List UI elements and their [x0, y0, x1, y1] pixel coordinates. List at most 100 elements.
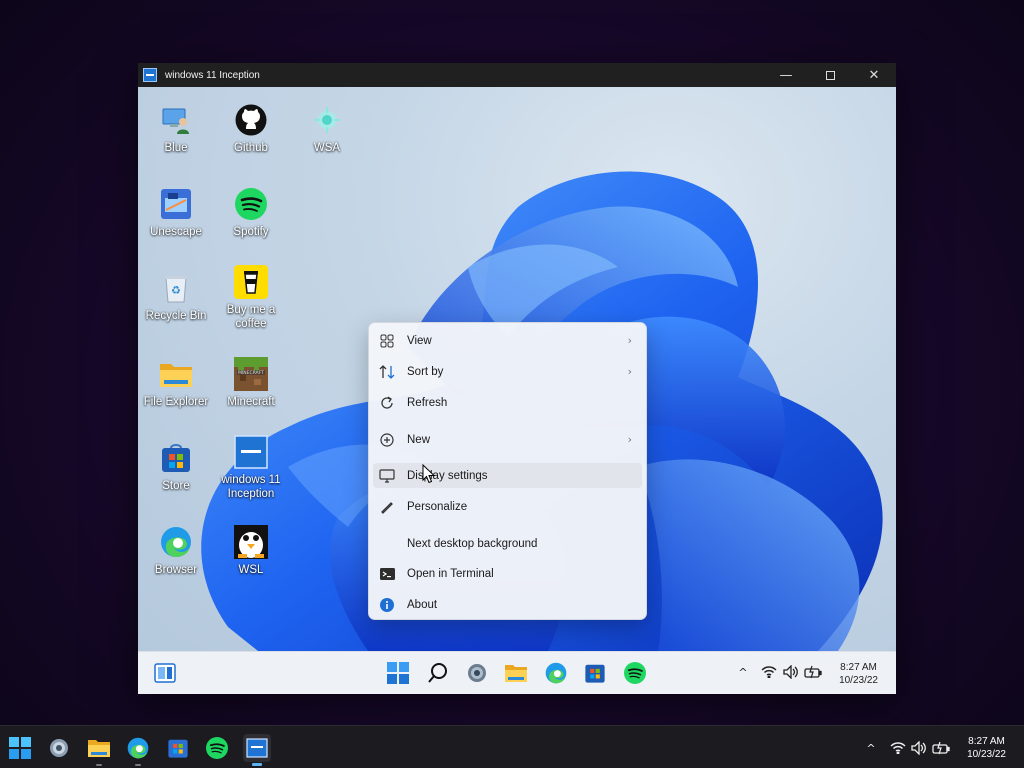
host-time: 8:27 AM [968, 736, 1005, 747]
chevron-right-icon: › [627, 365, 632, 378]
menu-item-personalize[interactable]: Personalize [373, 494, 642, 519]
store-icon[interactable] [164, 734, 192, 762]
spotify-icon[interactable] [622, 660, 648, 686]
menu-item-label: Sort by [407, 365, 444, 378]
coffee-cup-icon [234, 265, 268, 299]
info-icon [379, 597, 395, 613]
settings-icon[interactable] [464, 660, 490, 686]
menu-item-open-in-terminal[interactable]: Open in Terminal [373, 561, 642, 586]
desktop-icon-minecraft[interactable]: MINECRAFT Minecraft [215, 357, 287, 409]
inner-date: 10/23/22 [839, 675, 878, 686]
menu-item-label: View [407, 334, 432, 347]
desktop-icon-file-explorer[interactable]: File Explorer [140, 357, 212, 409]
menu-item-next-desktop-background[interactable]: Next desktop background [373, 531, 642, 556]
desktop-icon-store[interactable]: Store [140, 441, 212, 493]
wifi-icon[interactable] [889, 739, 907, 757]
refresh-icon [379, 395, 395, 411]
menu-item-view[interactable]: View › [373, 328, 642, 353]
desktop-icon-wsl[interactable]: WSL [215, 525, 287, 577]
desktop-icon-unescape[interactable]: Unescape [140, 187, 212, 239]
volume-icon[interactable] [910, 739, 928, 757]
wifi-icon[interactable] [760, 663, 778, 681]
inner-time: 8:27 AM [840, 662, 877, 673]
monitor-icon [379, 468, 395, 484]
desktop-icon-label: Github [234, 142, 268, 154]
svg-text:MINECRAFT: MINECRAFT [238, 370, 264, 376]
menu-item-label: Personalize [407, 500, 468, 513]
inception-window-icon[interactable] [243, 734, 271, 766]
minimize-button[interactable]: — [764, 63, 808, 87]
penguin-icon [234, 525, 268, 559]
battery-icon[interactable] [804, 663, 822, 681]
inner-taskbar: ^ 8:27 AM 10/23/22 [138, 651, 896, 694]
recycle-bin-icon: ♻ [159, 271, 193, 305]
desktop-icon-label: WSA [313, 142, 341, 154]
desktop-icon-recycle-bin[interactable]: ♻ Recycle Bin [140, 271, 212, 323]
desktop-icon-github[interactable]: Github [215, 103, 287, 155]
desktop-icon-label: Unescape [150, 226, 202, 238]
settings-icon[interactable] [45, 734, 73, 762]
desktop-icon-label: Store [162, 480, 190, 492]
desktop-icon-label: Recycle Bin [145, 310, 207, 322]
edge-icon[interactable] [124, 734, 152, 766]
close-button[interactable]: ✕ [852, 63, 896, 87]
github-icon [234, 103, 268, 137]
window-title: windows 11 Inception [165, 69, 260, 81]
battery-icon[interactable] [932, 739, 950, 757]
desktop-icon-windows-11-inception[interactable]: windows 11 Inception [215, 435, 287, 501]
desktop-icon-label: Minecraft [227, 396, 275, 408]
spotify-icon[interactable] [203, 734, 231, 762]
desktop-icon-label: WSL [238, 564, 264, 576]
inner-clock[interactable]: 8:27 AM 10/23/22 [839, 661, 878, 687]
menu-item-label: About [407, 598, 438, 611]
tray-chevron-icon[interactable]: ^ [862, 739, 880, 757]
desktop-icon-wsa[interactable]: WSA [291, 103, 363, 155]
folder-icon[interactable] [503, 660, 529, 686]
host-taskbar: ^ 8:27 AM 10/23/22 [0, 725, 1024, 768]
menu-item-display-settings[interactable]: Display settings [373, 463, 642, 488]
desktop-icon-label: Buy me a coffee [226, 304, 276, 330]
desktop-icon-spotify[interactable]: Spotify [215, 187, 287, 239]
chevron-right-icon: › [627, 433, 632, 446]
edge-icon[interactable] [543, 660, 569, 686]
menu-item-sort-by[interactable]: Sort by › [373, 359, 642, 384]
desktop-icon-label: windows 11 Inception [221, 474, 281, 500]
inner-desktop[interactable]: Blue Unescape ♻ Recycle Bin File Explore… [138, 87, 896, 651]
maximize-button[interactable] [808, 63, 852, 87]
tray-chevron-icon[interactable]: ^ [734, 663, 752, 681]
menu-item-label: Display settings [407, 469, 488, 482]
menu-item-label: Next desktop background [407, 537, 538, 550]
user-pc-icon [159, 103, 193, 137]
grid-icon [379, 333, 395, 349]
minecraft-block-icon: MINECRAFT [234, 357, 268, 391]
inception-window: windows 11 Inception — ✕ Blue Unescape ♻… [138, 63, 896, 694]
desktop-icon-label: Spotify [233, 226, 269, 238]
desktop-icon-browser[interactable]: Browser [140, 525, 212, 577]
folder-icon [159, 357, 193, 391]
menu-item-about[interactable]: About [373, 592, 642, 617]
desktop-icon-buy-me-a-coffee[interactable]: Buy me a coffee [215, 265, 287, 331]
maximize-icon [825, 70, 835, 80]
android-icon [310, 103, 344, 137]
store-icon[interactable] [582, 660, 608, 686]
sort-arrows-icon [379, 364, 395, 380]
unescape-icon [159, 187, 193, 221]
start-icon[interactable] [385, 660, 411, 686]
menu-item-refresh[interactable]: Refresh [373, 390, 642, 415]
host-clock[interactable]: 8:27 AM 10/23/22 [967, 735, 1006, 761]
menu-item-label: Refresh [407, 396, 448, 409]
desktop-icon-label: Browser [154, 564, 198, 576]
volume-icon[interactable] [782, 663, 800, 681]
menu-item-new[interactable]: New › [373, 427, 642, 452]
host-date: 10/23/22 [967, 749, 1006, 760]
search-icon[interactable] [425, 660, 451, 686]
chevron-right-icon: › [627, 334, 632, 347]
folder-icon[interactable] [85, 734, 113, 766]
widgets-icon[interactable] [152, 660, 178, 686]
start-icon[interactable] [6, 734, 34, 762]
desktop-icon-blue[interactable]: Blue [140, 103, 212, 155]
store-bag-icon [159, 441, 193, 475]
context-menu: View › Sort by › Refresh New › Display s… [368, 322, 647, 620]
window-titlebar[interactable]: windows 11 Inception — ✕ [138, 63, 896, 87]
plus-circle-icon [379, 432, 395, 448]
